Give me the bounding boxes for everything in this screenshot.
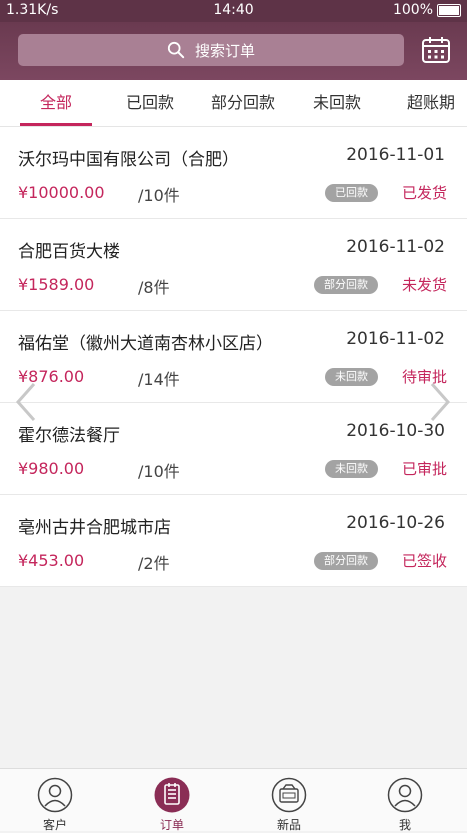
nav-me[interactable]: 我	[370, 769, 440, 832]
order-list-icon	[154, 777, 190, 813]
order-date: 2016-11-02	[346, 237, 445, 257]
order-item[interactable]: 合肥百货大楼 2016-11-02 ¥1589.00 /8件 部分回款 未发货	[0, 219, 467, 311]
nav-label: 我	[398, 818, 411, 832]
order-item[interactable]: 福佑堂（徽州大道南杏林小区店） 2016-11-02 ¥876.00 /14件 …	[0, 311, 467, 403]
tab-overdue[interactable]: 超账期	[392, 80, 467, 126]
payment-badge: 部分回款	[314, 276, 378, 294]
nav-label: 订单	[159, 818, 184, 832]
order-item[interactable]: 沃尔玛中国有限公司（合肥） 2016-11-01 ¥10000.00 /10件 …	[0, 127, 467, 219]
tab-paid[interactable]: 已回款	[110, 80, 190, 126]
order-status: 已发货	[401, 184, 447, 202]
active-tab-indicator	[20, 123, 92, 126]
new-product-icon	[271, 777, 307, 813]
customer-name: 霍尔德法餐厅	[18, 426, 120, 446]
chevron-right-icon[interactable]	[428, 382, 452, 422]
nav-orders[interactable]: 订单	[137, 769, 207, 832]
order-quantity: /14件	[138, 370, 180, 389]
chevron-left-icon[interactable]	[14, 382, 38, 422]
profile-icon	[387, 777, 423, 813]
calendar-icon[interactable]	[421, 36, 451, 64]
search-icon	[167, 41, 185, 59]
customer-name: 沃尔玛中国有限公司（合肥）	[18, 150, 239, 170]
order-date: 2016-10-30	[346, 421, 445, 441]
order-item[interactable]: 亳州古井合肥城市店 2016-10-26 ¥453.00 /2件 部分回款 已签…	[0, 495, 467, 587]
order-quantity: /8件	[138, 278, 170, 297]
nav-label: 新品	[276, 818, 301, 832]
battery-level: 100%	[392, 2, 433, 18]
order-date: 2016-11-01	[346, 145, 445, 165]
customer-name: 亳州古井合肥城市店	[18, 518, 171, 538]
nav-new-products[interactable]: 新品	[254, 769, 324, 832]
order-amount: ¥453.00	[18, 551, 85, 570]
payment-badge: 未回款	[325, 368, 378, 386]
order-date: 2016-11-02	[346, 329, 445, 349]
nav-label: 客户	[42, 818, 67, 832]
payment-badge: 未回款	[325, 460, 378, 478]
order-status: 已签收	[401, 552, 447, 570]
bottom-nav: 客户 订单 新品 我	[0, 768, 467, 832]
order-quantity: /10件	[138, 186, 180, 205]
order-status: 已审批	[401, 460, 447, 478]
order-quantity: /2件	[138, 554, 170, 573]
customer-name: 福佑堂（徽州大道南杏林小区店）	[18, 334, 273, 354]
filter-tabs: 全部 已回款 部分回款 未回款 超账期	[0, 80, 467, 127]
order-quantity: /10件	[138, 462, 180, 481]
order-item[interactable]: 霍尔德法餐厅 2016-10-30 ¥980.00 /10件 未回款 已审批	[0, 403, 467, 495]
order-date: 2016-10-26	[346, 513, 445, 533]
nav-customers[interactable]: 客户	[20, 769, 90, 832]
header: 搜索订单	[0, 22, 467, 80]
tab-all[interactable]: 全部	[20, 80, 92, 126]
tab-unpaid[interactable]: 未回款	[298, 80, 376, 126]
order-amount: ¥10000.00	[18, 183, 105, 202]
order-amount: ¥980.00	[18, 459, 85, 478]
user-icon	[37, 777, 73, 813]
search-input[interactable]: 搜索订单	[18, 34, 404, 66]
status-right: 100%	[393, 2, 461, 18]
payment-badge: 部分回款	[314, 552, 378, 570]
order-amount: ¥1589.00	[18, 275, 95, 294]
status-bar: 1.31K/s 14:40 100%	[0, 0, 467, 22]
battery-icon	[437, 3, 461, 17]
customer-name: 合肥百货大楼	[18, 242, 120, 262]
payment-badge: 已回款	[325, 184, 378, 202]
tab-partial-paid[interactable]: 部分回款	[200, 80, 286, 126]
order-status: 未发货	[401, 276, 447, 294]
search-placeholder: 搜索订单	[194, 41, 255, 60]
